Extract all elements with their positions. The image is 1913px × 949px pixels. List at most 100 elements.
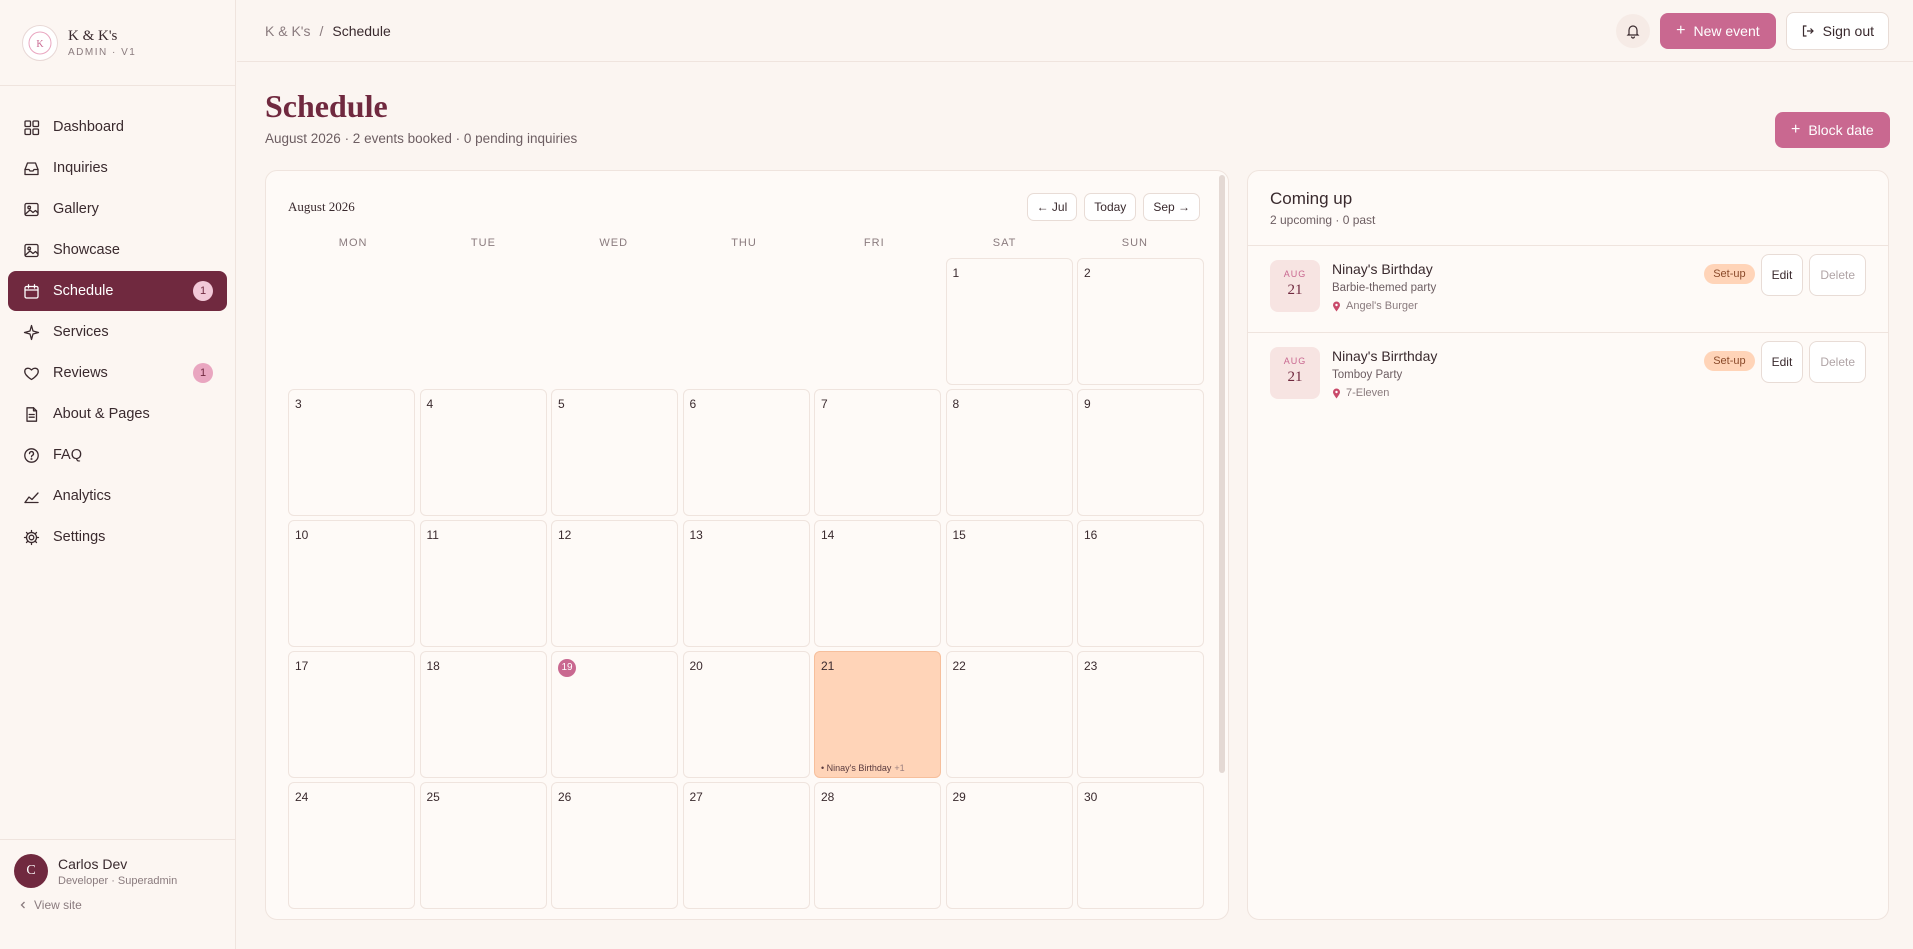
calendar-event-chip[interactable]: • Ninay's Birthday +1 — [821, 763, 905, 773]
upcoming-event-row[interactable]: AUG 21 Ninay's Birrthday Tomboy Party 7-Elev… — [1248, 333, 1888, 420]
prev-month-button[interactable]: ← Jul — [1026, 193, 1078, 221]
calendar-day-cell[interactable]: 6 — [682, 389, 810, 516]
gear-icon — [23, 529, 40, 545]
dashboard-icon — [24, 119, 40, 135]
calendar-day-cell[interactable]: 3 — [288, 389, 415, 516]
next-month-button[interactable]: Sep → — [1143, 193, 1200, 221]
calendar-day-cell[interactable]: 12 — [551, 520, 678, 647]
calendar-day-cell[interactable]: 20 — [682, 651, 810, 778]
sidebar-item-services[interactable]: Services — [8, 312, 227, 352]
calendar-day-cell[interactable]: 2 — [1077, 258, 1204, 385]
breadcrumb-root[interactable]: K & K's — [265, 23, 310, 39]
day-number: 22 — [952, 659, 966, 673]
calendar-day-cell[interactable]: 30 — [1077, 782, 1204, 909]
calendar-scrollbar[interactable] — [1219, 175, 1225, 773]
day-number: 5 — [558, 397, 565, 411]
sidebar-item-reviews[interactable]: Reviews 1 — [8, 353, 227, 393]
day-number: 30 — [1084, 790, 1098, 804]
calendar-day-cell[interactable]: 18 — [419, 651, 547, 778]
svg-text:K: K — [36, 39, 44, 50]
calendar-day-cell[interactable]: 21 • Ninay's Birthday +1 — [814, 651, 941, 778]
weekday-label: FRI — [863, 237, 885, 249]
calendar-day-cell[interactable]: 19 — [551, 651, 678, 778]
page-subtitle: August 2026 · 2 events booked · 0 pendin… — [265, 131, 578, 146]
view-site-link[interactable]: View site — [14, 898, 222, 912]
calendar-day-cell[interactable]: 26 — [551, 782, 678, 909]
brand[interactable]: K K & K's ADMIN · V1 — [0, 0, 235, 86]
sidebar-item-faq[interactable]: FAQ — [8, 435, 227, 475]
status-badge: Set-up — [1704, 264, 1755, 284]
edit-event-button[interactable]: Edit — [1760, 341, 1804, 383]
event-month: AUG — [1283, 356, 1307, 366]
sidebar-item-dashboard[interactable]: Dashboard — [8, 107, 227, 147]
sidebar-item-analytics[interactable]: Analytics — [8, 476, 227, 516]
sidebar-item-gallery[interactable]: Gallery — [8, 189, 227, 229]
event-date-chip: AUG 21 — [1270, 260, 1320, 312]
today-button[interactable]: Today — [1084, 193, 1137, 221]
calendar-day-cell[interactable]: 23 — [1077, 651, 1204, 778]
weekday-label: MON — [338, 237, 368, 249]
sidebar-item-settings[interactable]: Settings — [8, 517, 227, 557]
day-number: 8 — [952, 397, 960, 411]
sidebar-item-inquiries[interactable]: Inquiries — [8, 148, 227, 188]
upcoming-event-row[interactable]: AUG 21 Ninay's Birthday Barbie-themed party… — [1248, 246, 1888, 333]
calendar-day-cell[interactable]: 27 — [682, 782, 810, 909]
day-number: 12 — [558, 528, 572, 542]
event-location: Angel's Burger — [1332, 300, 1436, 312]
image-icon — [24, 202, 39, 216]
day-number: 19 — [558, 658, 576, 677]
delete-event-button[interactable]: Delete — [1809, 254, 1866, 296]
sidebar-item-schedule[interactable]: Schedule 1 — [8, 271, 227, 311]
calendar-day-cell[interactable]: 16 — [1077, 520, 1204, 647]
user-box: C Carlos Dev Developer · Superadmin View… — [0, 839, 236, 949]
calendar-day-cell[interactable]: 17 — [288, 651, 415, 778]
edit-event-button[interactable]: Edit — [1760, 254, 1804, 296]
calendar-day-cell[interactable]: 29 — [945, 782, 1073, 909]
calendar-day-cell[interactable]: 9 — [1077, 389, 1204, 516]
day-number: 15 — [952, 528, 966, 542]
calendar-day-cell[interactable]: 22 — [945, 651, 1073, 778]
calendar-day-cell[interactable]: 1 — [945, 258, 1073, 385]
day-number: 7 — [821, 397, 828, 411]
calendar-day-cell[interactable]: 11 — [419, 520, 547, 647]
calendar-day-cell[interactable]: 24 — [288, 782, 415, 909]
brand-logo: K — [22, 24, 58, 61]
calendar-blank-cell — [420, 258, 547, 385]
day-number: 14 — [821, 528, 835, 542]
plus-icon: + — [1676, 21, 1686, 39]
calendar-day-cell[interactable]: 14 — [814, 520, 941, 647]
delete-event-button[interactable]: Delete — [1809, 341, 1866, 383]
calendar-day-cell[interactable]: 7 — [814, 389, 941, 516]
weekday-label: THU — [731, 237, 757, 249]
block-date-button[interactable]: + Block date — [1775, 112, 1890, 148]
day-number: 28 — [821, 790, 835, 804]
sidebar-item-label: Gallery — [53, 201, 99, 217]
sign-out-button[interactable]: Sign out — [1785, 11, 1889, 50]
calendar-day-cell[interactable]: 10 — [288, 520, 415, 647]
day-number: 10 — [295, 528, 309, 542]
chart-icon — [24, 491, 39, 503]
calendar-icon — [24, 283, 39, 299]
day-number: 25 — [426, 790, 440, 804]
heart-icon — [24, 367, 39, 380]
calendar-day-cell[interactable]: 5 — [551, 389, 678, 516]
event-date-chip: AUG 21 — [1270, 347, 1320, 399]
avatar[interactable]: C — [14, 854, 48, 888]
user-name: Carlos Dev — [58, 855, 128, 872]
calendar-day-cell[interactable]: 8 — [945, 389, 1073, 516]
event-description: Tomboy Party — [1332, 369, 1403, 381]
notifications-button[interactable] — [1616, 13, 1651, 48]
sidebar-item-badge: 1 — [193, 281, 213, 301]
calendar-day-cell[interactable]: 25 — [419, 782, 547, 909]
calendar-day-cell[interactable]: 13 — [682, 520, 810, 647]
calendar-day-cell[interactable]: 15 — [945, 520, 1073, 647]
location-pin-icon — [1333, 301, 1340, 311]
sidebar-item-about-pages[interactable]: About & Pages — [8, 394, 227, 434]
sidebar-item-label: Analytics — [53, 488, 112, 504]
new-event-button[interactable]: + New event — [1660, 12, 1776, 49]
sparkle-icon — [23, 324, 40, 340]
calendar-day-cell[interactable]: 28 — [814, 782, 941, 909]
sidebar-item-label: Showcase — [53, 242, 120, 258]
calendar-day-cell[interactable]: 4 — [419, 389, 547, 516]
sidebar-item-showcase[interactable]: Showcase — [8, 230, 227, 270]
